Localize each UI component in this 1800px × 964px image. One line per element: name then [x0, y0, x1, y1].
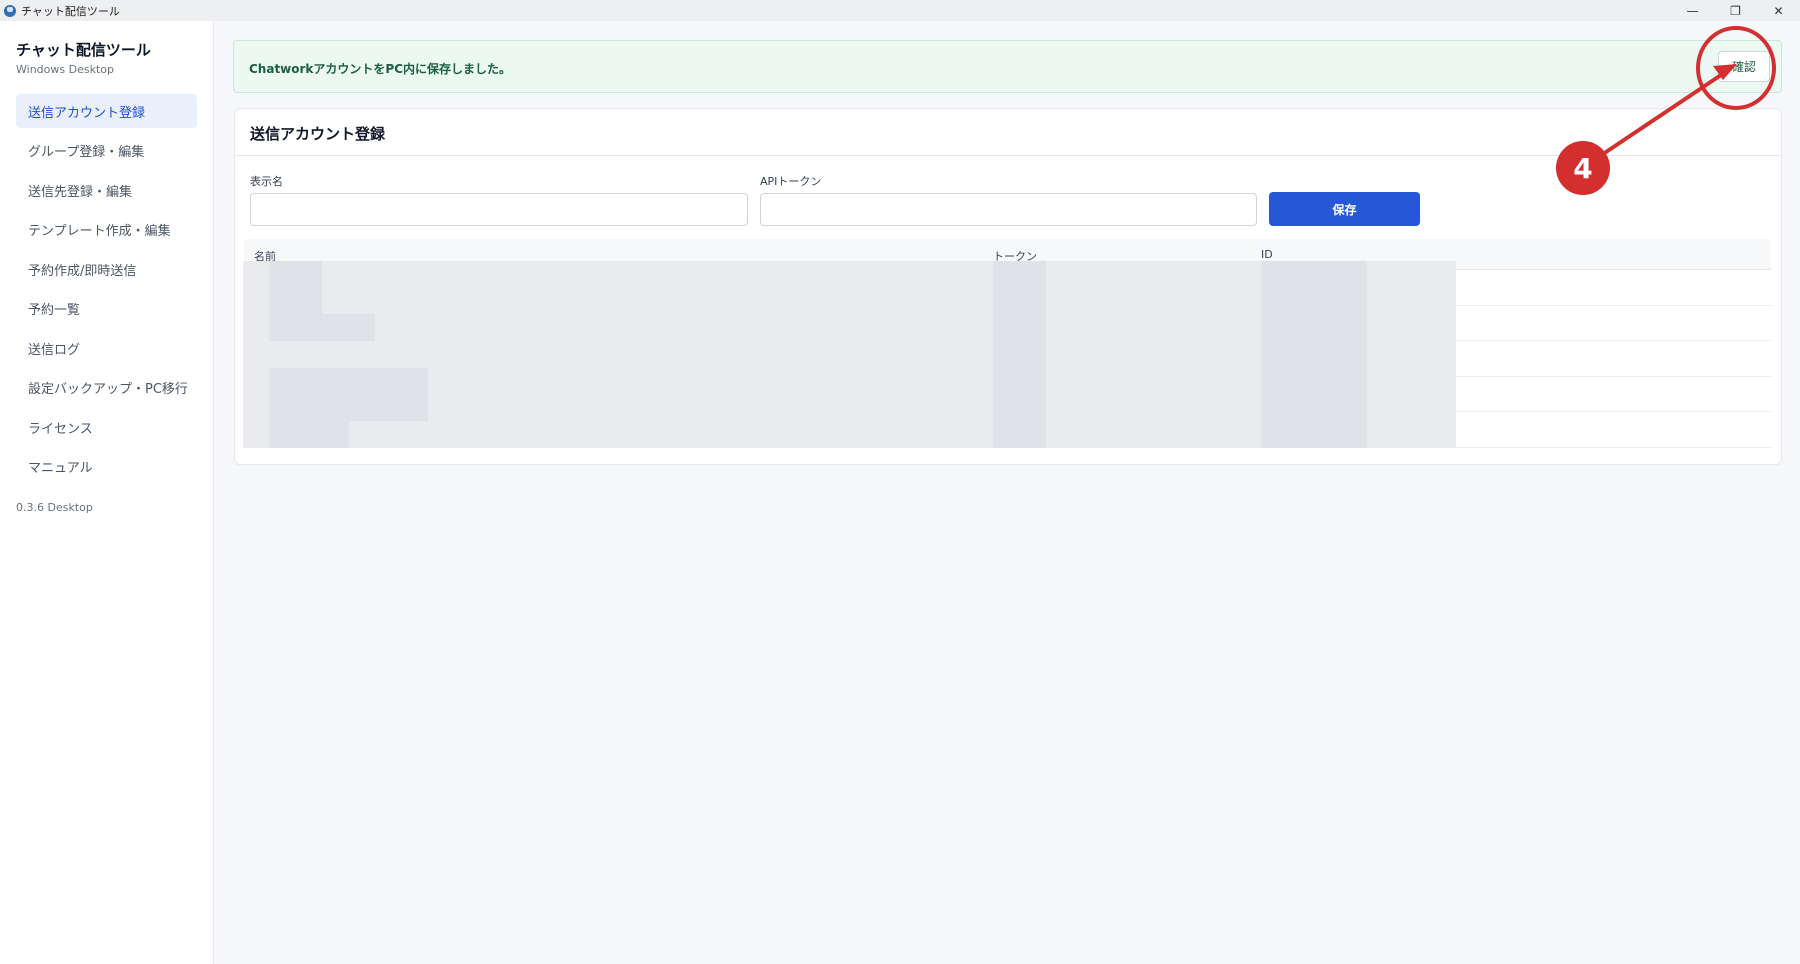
api-token-label: APIトークン	[760, 175, 822, 188]
account-registration-card: 送信アカウント登録 表示名 APIトークン 保存 名前 トークン ID	[234, 108, 1782, 465]
redaction-block	[269, 261, 322, 314]
sidebar-item-schedule-list[interactable]: 予約一覧	[16, 292, 197, 326]
step-number-badge: 4	[1556, 141, 1610, 195]
redacted-table-content	[243, 261, 1456, 448]
sidebar-item-license[interactable]: ライセンス	[16, 410, 197, 444]
sidebar-item-account-registration[interactable]: 送信アカウント登録	[16, 94, 197, 128]
card-title: 送信アカウント登録	[250, 125, 386, 143]
window-title: チャット配信ツール	[21, 4, 120, 18]
version-label: 0.3.6 Desktop	[16, 501, 93, 514]
sidebar-item-manual[interactable]: マニュアル	[16, 450, 197, 484]
window-titlebar: チャット配信ツール — ❐ ✕	[0, 0, 1800, 21]
sidebar-item-send-log[interactable]: 送信ログ	[16, 331, 197, 365]
brand-title: チャット配信ツール	[16, 41, 151, 59]
api-token-input[interactable]	[760, 193, 1257, 226]
brand-subtitle: Windows Desktop	[16, 63, 114, 76]
sidebar-item-schedule-send[interactable]: 予約作成/即時送信	[16, 252, 197, 286]
card-divider	[235, 155, 1781, 156]
redaction-block	[993, 261, 1046, 448]
sidebar-item-backup-migrate[interactable]: 設定バックアップ・PC移行	[16, 371, 197, 405]
redaction-block	[269, 421, 349, 448]
sidebar-item-template-edit[interactable]: テンプレート作成・編集	[16, 213, 197, 247]
display-name-input[interactable]	[250, 193, 748, 226]
maximize-button[interactable]: ❐	[1714, 0, 1757, 21]
redaction-block	[1261, 261, 1367, 448]
sidebar-nav: 送信アカウント登録 グループ登録・編集 送信先登録・編集 テンプレート作成・編集…	[16, 94, 197, 489]
close-button[interactable]: ✕	[1757, 0, 1800, 21]
save-button[interactable]: 保存	[1269, 192, 1420, 226]
sidebar: チャット配信ツール Windows Desktop 送信アカウント登録 グループ…	[0, 21, 214, 964]
success-alert: ChatworkアカウントをPC内に保存しました。 確認	[233, 40, 1782, 93]
redaction-block	[269, 368, 428, 421]
sidebar-item-group-edit[interactable]: グループ登録・編集	[16, 134, 197, 168]
redaction-block	[269, 314, 375, 341]
display-name-label: 表示名	[250, 175, 283, 188]
alert-message: ChatworkアカウントをPC内に保存しました。	[249, 62, 512, 76]
minimize-button[interactable]: —	[1671, 0, 1714, 21]
column-header-id: ID	[1261, 248, 1273, 261]
window-controls: — ❐ ✕	[1671, 0, 1800, 21]
sidebar-item-recipient-edit[interactable]: 送信先登録・編集	[16, 173, 197, 207]
app-icon	[4, 4, 16, 17]
confirm-button[interactable]: 確認	[1718, 51, 1770, 82]
